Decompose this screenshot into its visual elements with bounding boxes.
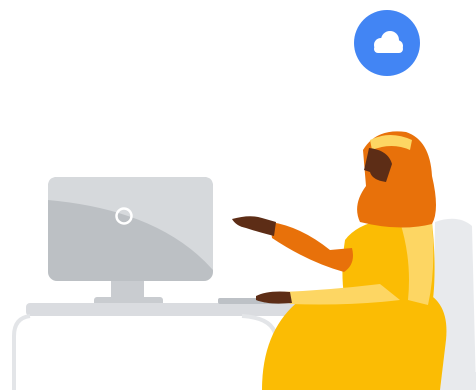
cloud-badge — [354, 10, 420, 76]
desk-top — [26, 303, 316, 316]
arm-front — [282, 284, 400, 305]
illustration-scene — [0, 0, 476, 390]
hand-raised — [232, 216, 276, 236]
woman-figure — [232, 131, 447, 390]
illustration-canvas — [12, 10, 476, 390]
computer-monitor — [48, 177, 213, 306]
arm-raised — [270, 222, 353, 272]
desk-leg-left — [12, 314, 31, 390]
